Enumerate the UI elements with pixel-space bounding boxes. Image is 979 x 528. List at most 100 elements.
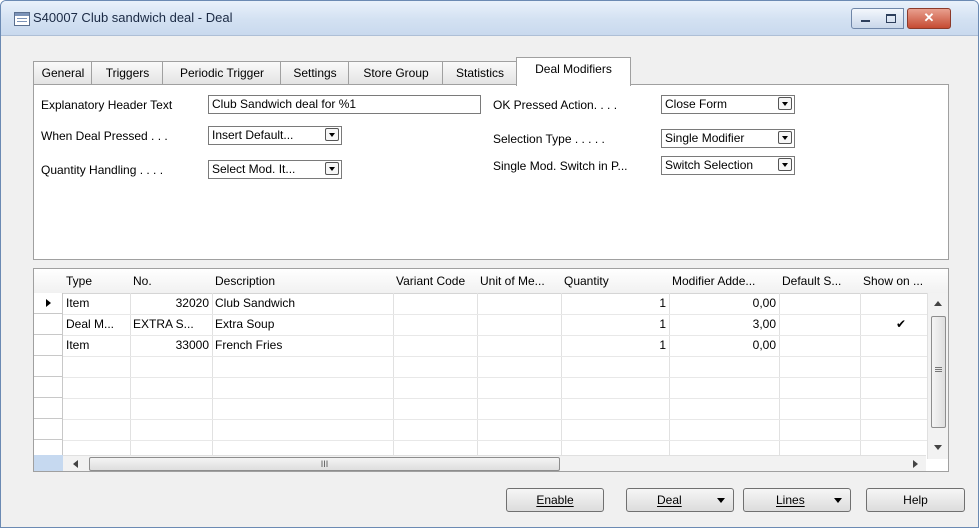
column-header-default-selection[interactable]: Default S... — [779, 269, 860, 293]
ok-pressed-action-value: Close Form — [665, 97, 728, 111]
cell-description[interactable]: French Fries — [212, 335, 393, 356]
cell-type[interactable]: Item — [63, 293, 130, 314]
deal-window: S40007 Club sandwich deal - Deal ✕ Gener… — [0, 0, 979, 528]
row-divider — [63, 440, 948, 441]
tab-deal-modifiers[interactable]: Deal Modifiers — [516, 57, 631, 86]
row-divider — [63, 419, 948, 420]
scroll-right-icon[interactable] — [913, 460, 918, 468]
table-row[interactable]: Deal M... EXTRA S... Extra Soup 1 3,00 ✔ — [34, 314, 948, 335]
ok-pressed-action-select[interactable]: Close Form — [661, 95, 795, 114]
close-button[interactable]: ✕ — [907, 8, 951, 29]
chevron-down-icon[interactable] — [325, 162, 339, 175]
deal-menu-button[interactable]: Deal — [626, 488, 734, 512]
horizontal-scroll-thumb[interactable]: III — [89, 457, 560, 471]
horizontal-scrollbar[interactable]: III — [63, 455, 926, 471]
deal-label: Deal — [657, 493, 682, 507]
row-selector[interactable] — [34, 398, 63, 419]
cell-unit-of-measure[interactable] — [477, 335, 561, 356]
cell-variant-code[interactable] — [393, 314, 477, 335]
explanatory-header-field[interactable]: Club Sandwich deal for %1 — [208, 95, 481, 114]
tab-triggers[interactable]: Triggers — [91, 61, 164, 85]
deal-lines-grid: Type No. Description Variant Code Unit o… — [33, 268, 949, 472]
cell-unit-of-measure[interactable] — [477, 293, 561, 314]
ok-pressed-action-label: OK Pressed Action. . . . — [493, 98, 618, 112]
lines-menu-button[interactable]: Lines — [743, 488, 851, 512]
title-bar[interactable]: S40007 Club sandwich deal - Deal ✕ — [1, 1, 978, 36]
tab-store-group[interactable]: Store Group — [348, 61, 444, 85]
chevron-down-icon[interactable] — [325, 128, 339, 141]
quantity-handling-select[interactable]: Select Mod. It... — [208, 160, 342, 179]
scroll-left-icon[interactable] — [73, 460, 78, 468]
cell-default-selection[interactable] — [779, 335, 860, 356]
explanatory-header-label: Explanatory Header Text — [41, 98, 173, 112]
cell-modifier-added[interactable]: 3,00 — [669, 314, 779, 335]
table-row[interactable]: Item 32020 Club Sandwich 1 0,00 — [34, 293, 948, 314]
chevron-down-icon — [717, 498, 725, 503]
when-deal-pressed-select[interactable]: Insert Default... — [208, 126, 342, 145]
chevron-down-icon — [834, 498, 842, 503]
tab-periodic-trigger[interactable]: Periodic Trigger — [162, 61, 282, 85]
enable-button[interactable]: Enable — [506, 488, 604, 512]
cell-type[interactable]: Deal M... — [63, 314, 130, 335]
cell-description[interactable]: Extra Soup — [212, 314, 393, 335]
close-icon: ✕ — [923, 10, 935, 25]
help-button[interactable]: Help — [866, 488, 965, 512]
help-label: Help — [903, 493, 928, 507]
chevron-down-icon[interactable] — [778, 131, 792, 144]
tab-general[interactable]: General — [33, 61, 93, 85]
cell-type[interactable]: Item — [63, 335, 130, 356]
maximize-button[interactable] — [878, 8, 904, 29]
cell-modifier-added[interactable]: 0,00 — [669, 293, 779, 314]
selection-type-value: Single Modifier — [665, 131, 745, 145]
row-divider — [63, 377, 948, 378]
cell-unit-of-measure[interactable] — [477, 314, 561, 335]
form-icon — [14, 12, 30, 26]
cell-no[interactable]: 32020 — [130, 293, 212, 314]
chevron-down-icon[interactable] — [778, 97, 792, 110]
row-selector[interactable] — [34, 419, 63, 440]
column-header-type[interactable]: Type — [63, 269, 130, 293]
tab-statistics[interactable]: Statistics — [442, 61, 518, 85]
maximize-icon — [878, 9, 903, 28]
cell-no[interactable]: 33000 — [130, 335, 212, 356]
cell-modifier-added[interactable]: 0,00 — [669, 335, 779, 356]
cell-variant-code[interactable] — [393, 293, 477, 314]
vertical-scroll-thumb[interactable] — [931, 316, 946, 428]
column-header-description[interactable]: Description — [212, 269, 393, 293]
column-header-no[interactable]: No. — [130, 269, 212, 293]
quantity-handling-label: Quantity Handling . . . . — [41, 163, 164, 177]
minimize-button[interactable] — [851, 8, 880, 29]
column-header-unit-of-measure[interactable]: Unit of Me... — [477, 269, 561, 293]
row-selector[interactable] — [34, 356, 63, 377]
cell-no[interactable]: EXTRA S... — [130, 314, 212, 335]
grip-icon: III — [320, 459, 329, 469]
single-mod-switch-select[interactable]: Switch Selection — [661, 156, 795, 175]
table-row[interactable]: Item 33000 French Fries 1 0,00 — [34, 335, 948, 356]
cell-quantity[interactable]: 1 — [561, 293, 669, 314]
row-divider — [63, 398, 948, 399]
column-header-quantity[interactable]: Quantity — [561, 269, 669, 293]
when-deal-pressed-label: When Deal Pressed . . . — [41, 129, 168, 143]
column-header-modifier-added[interactable]: Modifier Adde... — [669, 269, 779, 293]
cell-quantity[interactable]: 1 — [561, 314, 669, 335]
scroll-up-icon[interactable] — [934, 301, 942, 306]
column-header-variant-code[interactable]: Variant Code — [393, 269, 477, 293]
quantity-handling-value: Select Mod. It... — [212, 162, 296, 176]
cell-default-selection[interactable] — [779, 293, 860, 314]
scroll-down-icon[interactable] — [934, 445, 942, 450]
single-mod-switch-label: Single Mod. Switch in P... — [493, 159, 628, 173]
cell-variant-code[interactable] — [393, 335, 477, 356]
row-divider — [63, 356, 948, 357]
chevron-down-icon[interactable] — [778, 158, 792, 171]
column-header-show-on[interactable]: Show on ... — [860, 269, 942, 293]
lines-label: Lines — [776, 493, 805, 507]
vertical-scrollbar[interactable] — [927, 293, 948, 459]
grip-icon — [935, 367, 942, 368]
cell-default-selection[interactable] — [779, 314, 860, 335]
row-selector[interactable] — [34, 377, 63, 398]
tab-settings[interactable]: Settings — [280, 61, 350, 85]
cell-quantity[interactable]: 1 — [561, 335, 669, 356]
selection-type-select[interactable]: Single Modifier — [661, 129, 795, 148]
minimize-icon — [852, 9, 879, 28]
cell-description[interactable]: Club Sandwich — [212, 293, 393, 314]
